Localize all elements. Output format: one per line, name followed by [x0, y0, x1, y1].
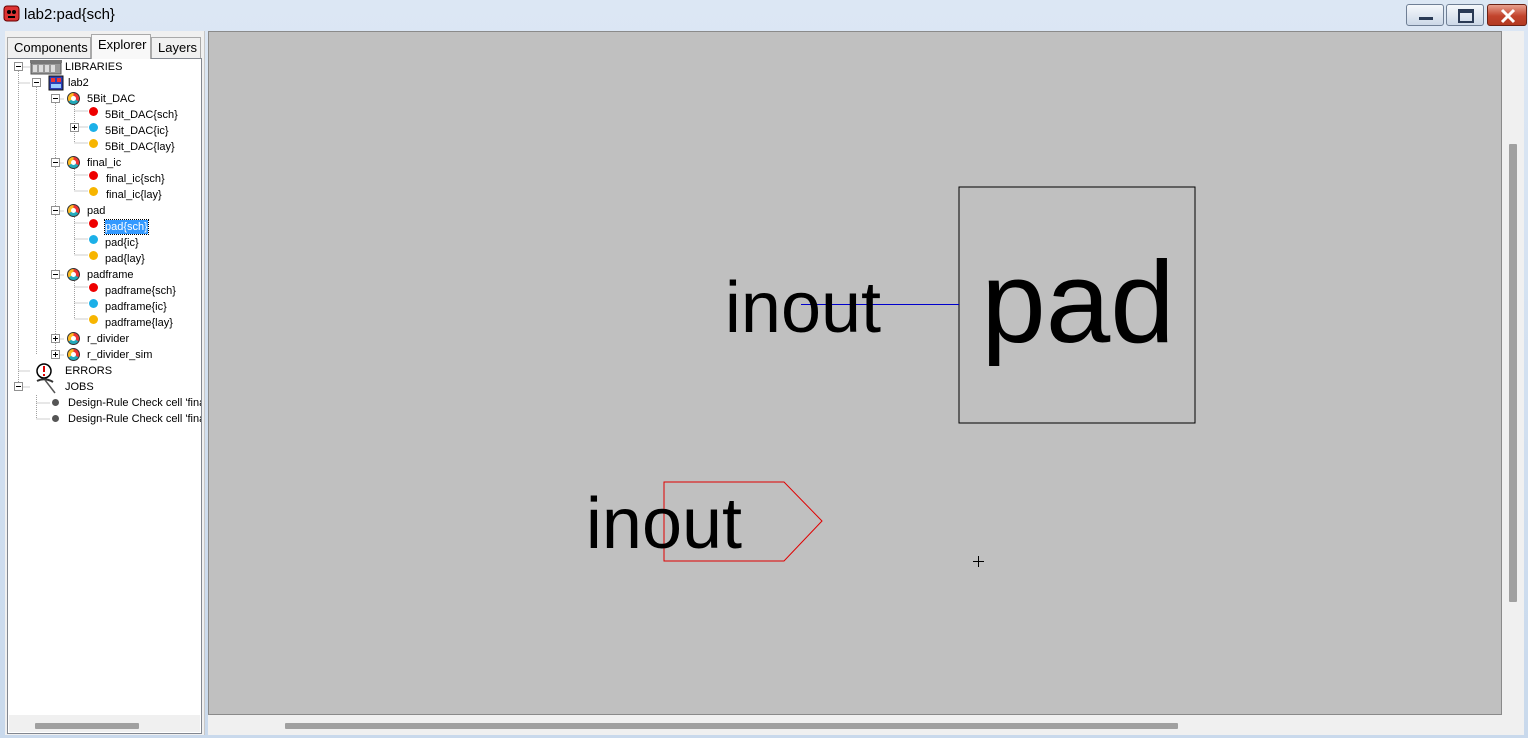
- tree-item-5bit-dac[interactable]: 5Bit_DAC: [87, 92, 135, 106]
- tree-item-libraries[interactable]: LIBRARIES: [65, 60, 122, 74]
- schematic-view-icon: [89, 283, 98, 292]
- explorer-panel: Components Explorer Layers LIBRARIES lab…: [5, 31, 205, 735]
- expand-toggle-r-divider[interactable]: [51, 334, 60, 343]
- maximize-button[interactable]: [1446, 4, 1484, 26]
- export-label-top: inout: [725, 268, 881, 348]
- horizontal-scrollbar[interactable]: [208, 715, 1524, 735]
- cell-icon: [67, 204, 80, 217]
- app-window: lab2:pad{sch} Components Explorer Layers: [0, 0, 1528, 738]
- layout-view-icon: [89, 139, 98, 148]
- vertical-scrollbar[interactable]: [1502, 31, 1524, 715]
- expand-toggle-pad[interactable]: [51, 206, 60, 215]
- job-status-icon: [52, 399, 59, 406]
- title-bar: lab2:pad{sch}: [0, 0, 1528, 30]
- icon-view-icon: [89, 299, 98, 308]
- cell-icon: [67, 348, 80, 361]
- library-book-icon: [48, 75, 64, 91]
- tree-item-r-divider-sim[interactable]: r_divider_sim: [87, 348, 152, 362]
- crosshair-cursor: [973, 556, 984, 567]
- expand-toggle-final-ic[interactable]: [51, 158, 60, 167]
- app-icon: [3, 5, 20, 22]
- panel-tabs: Components Explorer Layers: [5, 33, 205, 59]
- tree-item-view[interactable]: 5Bit_DAC{ic}: [105, 124, 169, 138]
- close-icon: [1500, 8, 1516, 24]
- tree-scroll-thumb[interactable]: [35, 723, 139, 729]
- tree-horizontal-scrollbar[interactable]: [9, 715, 200, 732]
- restore-icon: [1458, 9, 1474, 23]
- icon-view-icon: [89, 123, 98, 132]
- tree-item-view[interactable]: 5Bit_DAC{lay}: [105, 140, 175, 154]
- minimize-icon: [1419, 17, 1433, 20]
- tree-item-view[interactable]: padframe{ic}: [105, 300, 167, 314]
- schematic-view-icon: [89, 171, 98, 180]
- icon-view-icon: [89, 235, 98, 244]
- tree-item-view[interactable]: padframe{lay}: [105, 316, 173, 330]
- tree-item-view[interactable]: pad{lay}: [105, 252, 145, 266]
- tree-item-job[interactable]: Design-Rule Check cell 'fina: [68, 412, 201, 426]
- cell-icon: [67, 92, 80, 105]
- tree-item-view[interactable]: padframe{sch}: [105, 284, 176, 298]
- expand-toggle-jobs[interactable]: [14, 382, 23, 391]
- expand-toggle-r-divider-sim[interactable]: [51, 350, 60, 359]
- schematic-view-icon: [89, 219, 98, 228]
- tree-item-jobs[interactable]: JOBS: [65, 380, 94, 394]
- tree-item-view[interactable]: pad{ic}: [105, 236, 139, 250]
- minimize-button[interactable]: [1406, 4, 1444, 26]
- tree-item-final-ic[interactable]: final_ic: [87, 156, 121, 170]
- tree-item-view[interactable]: final_ic{sch}: [106, 172, 165, 186]
- tree-item-r-divider[interactable]: r_divider: [87, 332, 129, 346]
- tree-item-padframe[interactable]: padframe: [87, 268, 133, 282]
- explorer-tree: LIBRARIES lab2 5Bit_DAC 5Bit_DAC{sch} 5B…: [7, 58, 202, 734]
- tab-explorer[interactable]: Explorer: [91, 34, 151, 59]
- expand-toggle-libraries[interactable]: [14, 62, 23, 71]
- tree-item-pad[interactable]: pad: [87, 204, 105, 218]
- horizontal-scroll-thumb[interactable]: [285, 723, 1178, 729]
- layout-view-icon: [89, 315, 98, 324]
- tab-layers[interactable]: Layers: [151, 37, 201, 58]
- cell-icon: [67, 332, 80, 345]
- tree-item-lab2[interactable]: lab2: [68, 76, 89, 90]
- layout-view-icon: [89, 251, 98, 260]
- schematic-drawing: inout pad inout: [586, 186, 1196, 567]
- export-label-bottom: inout: [586, 484, 742, 564]
- pickaxe-icon: [36, 378, 56, 394]
- window-title: lab2:pad{sch}: [24, 6, 115, 23]
- close-button[interactable]: [1487, 4, 1527, 26]
- job-status-icon: [52, 415, 59, 422]
- expand-toggle-5bit-dac-ic[interactable]: [70, 123, 79, 132]
- expand-toggle-lab2[interactable]: [32, 78, 41, 87]
- tab-components[interactable]: Components: [7, 37, 91, 58]
- tree-item-view[interactable]: 5Bit_DAC{sch}: [105, 108, 178, 122]
- expand-toggle-5bit-dac[interactable]: [51, 94, 60, 103]
- libraries-icon: [30, 60, 62, 75]
- cell-icon: [67, 268, 80, 281]
- layout-view-icon: [89, 187, 98, 196]
- tree-item-view[interactable]: final_ic{lay}: [106, 188, 162, 202]
- tree-item-errors[interactable]: ERRORS: [65, 364, 112, 378]
- tree-item-job[interactable]: Design-Rule Check cell 'fina: [68, 396, 201, 410]
- schematic-view-icon: [89, 107, 98, 116]
- schematic-canvas[interactable]: inout pad inout: [208, 31, 1502, 715]
- vertical-scroll-thumb[interactable]: [1509, 144, 1517, 602]
- tree-item-selected[interactable]: pad{sch}: [104, 219, 149, 235]
- pad-symbol-label: pad: [981, 237, 1175, 367]
- expand-toggle-padframe[interactable]: [51, 270, 60, 279]
- cell-icon: [67, 156, 80, 169]
